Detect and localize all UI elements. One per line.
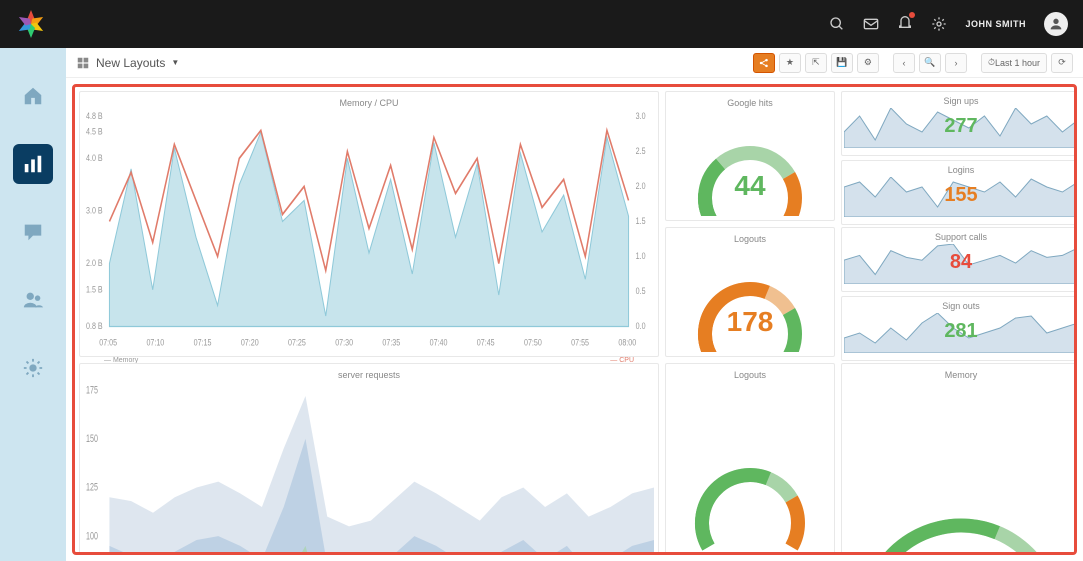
mail-icon[interactable] — [863, 16, 879, 32]
svg-text:1.5: 1.5 — [636, 216, 646, 226]
widget-logouts-2[interactable]: Logouts 178 — [665, 363, 835, 555]
spark-value: 155 — [944, 183, 977, 206]
svg-text:125: 125 — [86, 481, 98, 494]
toolbar-export-button[interactable]: ⇱ — [805, 53, 827, 73]
widget-logins[interactable]: Logins 155 — [841, 160, 1077, 225]
layout-title[interactable]: New Layouts — [96, 56, 165, 70]
svg-text:100: 100 — [86, 530, 98, 543]
app-logo — [15, 8, 47, 40]
svg-text:07:50: 07:50 — [524, 338, 542, 348]
svg-text:07:30: 07:30 — [335, 338, 353, 348]
spark-value: 84 — [950, 250, 972, 273]
toolbar-prev-button[interactable]: ‹ — [893, 53, 915, 73]
settings-icon[interactable] — [931, 16, 947, 32]
spark-value: 277 — [944, 114, 977, 137]
svg-text:2.0 B: 2.0 B — [86, 258, 103, 268]
svg-text:4.0 B: 4.0 B — [86, 153, 103, 163]
svg-text:07:35: 07:35 — [382, 338, 400, 348]
avatar[interactable] — [1044, 12, 1068, 36]
sidebar-item-settings[interactable] — [13, 348, 53, 388]
toolbar-star-button[interactable]: ★ — [779, 53, 801, 73]
time-range-picker[interactable]: ⏱ Last 1 hour — [981, 53, 1047, 73]
widget-sign-outs[interactable]: Sign outs 281 — [841, 296, 1077, 361]
svg-text:07:55: 07:55 — [571, 338, 589, 348]
svg-text:0.5: 0.5 — [636, 286, 646, 296]
svg-text:1.0: 1.0 — [636, 251, 646, 261]
server-requests-chart: 0255075100125150175 — [84, 382, 654, 555]
toolbar-settings-button[interactable]: ⚙ — [857, 53, 879, 73]
svg-text:08:00: 08:00 — [618, 338, 636, 348]
username-label: JOHN SMITH — [965, 19, 1026, 29]
svg-text:2.5: 2.5 — [636, 146, 646, 156]
svg-text:3.0 B: 3.0 B — [86, 206, 103, 216]
sidebar-item-users[interactable] — [13, 280, 53, 320]
svg-text:07:15: 07:15 — [194, 338, 212, 348]
svg-text:150: 150 — [86, 432, 98, 445]
svg-text:07:20: 07:20 — [241, 338, 259, 348]
svg-text:07:40: 07:40 — [430, 338, 448, 348]
widget-logouts-1[interactable]: Logouts 178 — [665, 227, 835, 357]
toolbar: New Layouts ▼ ★ ⇱ 💾 ⚙ ‹ 🔍 › ⏱ Last 1 hou… — [66, 48, 1083, 78]
widget-server-requests[interactable]: server requests 0255075100125150175 — [79, 363, 659, 555]
toolbar-next-button[interactable]: › — [945, 53, 967, 73]
gauge-value: 178 — [666, 548, 834, 555]
sidebar-item-analytics[interactable] — [13, 144, 53, 184]
svg-text:07:10: 07:10 — [146, 338, 164, 348]
svg-text:4.5 B: 4.5 B — [86, 127, 103, 137]
memory-cpu-chart: 0.8 B 1.5 B 2.0 B 3.0 B 4.0 B 4.5 B 4.8 B 0.0 0.… — [84, 110, 654, 352]
svg-text:0.0: 0.0 — [636, 321, 646, 331]
svg-text:07:25: 07:25 — [288, 338, 306, 348]
toolbar-save-button[interactable]: 💾 — [831, 53, 853, 73]
svg-text:175: 175 — [86, 384, 98, 397]
toolbar-share-button[interactable] — [753, 53, 775, 73]
svg-text:0.8 B: 0.8 B — [86, 321, 103, 331]
toolbar-zoom-button[interactable]: 🔍 — [919, 53, 941, 73]
dashboard-selection: Memory / CPU 0.8 B1.5 B2.0 B3.0 B4.0 B4.… — [72, 84, 1077, 555]
widget-support-calls[interactable]: Support calls 84 — [841, 227, 1077, 292]
svg-text:3.0: 3.0 — [636, 111, 646, 121]
widget-memory-big[interactable]: Memory 89 B — [841, 363, 1077, 555]
gauge-value: 178 — [666, 306, 834, 338]
toolbar-refresh-button[interactable]: ⟳ — [1051, 53, 1073, 73]
gauge-memory-big — [846, 382, 1076, 555]
widget-memory-cpu[interactable]: Memory / CPU 0.8 B1.5 B2.0 B3.0 B4.0 B4.… — [79, 91, 659, 357]
gauge-logouts-2 — [670, 382, 830, 555]
svg-text:07:05: 07:05 — [99, 338, 117, 348]
notifications-icon[interactable] — [897, 14, 913, 35]
svg-text:1.5 B: 1.5 B — [86, 285, 103, 295]
svg-text:4.8 B: 4.8 B — [86, 111, 103, 121]
search-icon[interactable] — [829, 16, 845, 32]
svg-text:07:45: 07:45 — [477, 338, 495, 348]
spark-value: 281 — [944, 319, 977, 342]
gauge-value: 44 — [666, 170, 834, 202]
grid-icon — [76, 56, 90, 70]
widget-sign-ups[interactable]: Sign ups 277 — [841, 91, 1077, 156]
topbar: JOHN SMITH — [0, 0, 1083, 48]
sidebar-item-home[interactable] — [13, 76, 53, 116]
sidebar — [0, 48, 66, 561]
chevron-down-icon[interactable]: ▼ — [171, 58, 179, 67]
widget-google-hits[interactable]: Google hits 44 — [665, 91, 835, 221]
sidebar-item-chat[interactable] — [13, 212, 53, 252]
svg-text:2.0: 2.0 — [636, 181, 646, 191]
